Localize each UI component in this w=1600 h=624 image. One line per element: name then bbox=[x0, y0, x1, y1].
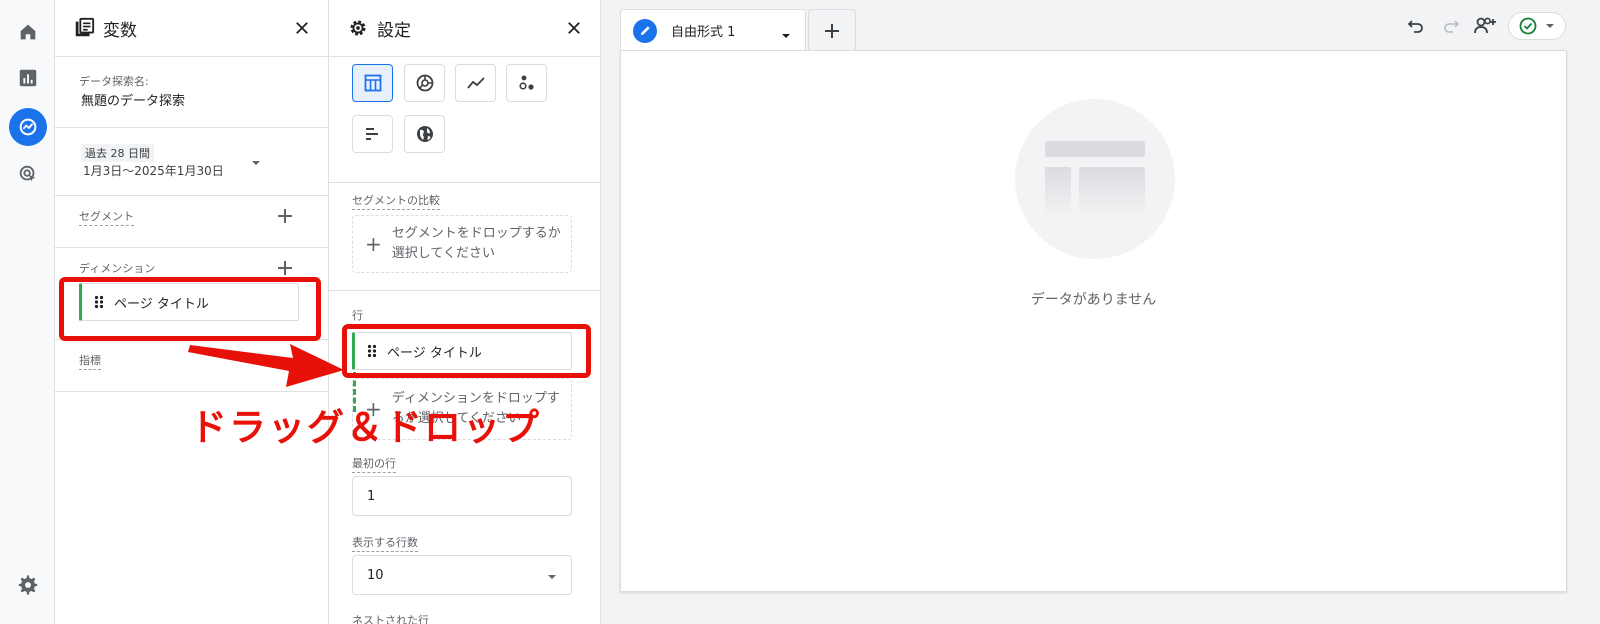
exploration-canvas: データがありません bbox=[620, 50, 1567, 592]
line-chart-icon bbox=[466, 73, 486, 93]
variables-icon bbox=[73, 17, 95, 39]
viz-bar-button[interactable] bbox=[352, 115, 393, 153]
dimensions-label: ディメンション bbox=[79, 260, 156, 278]
pencil-icon bbox=[633, 18, 657, 43]
first-row-label: 最初の行 bbox=[352, 455, 396, 473]
chevron-down-icon bbox=[251, 153, 261, 172]
metrics-label: 指標 bbox=[79, 352, 101, 370]
left-nav-rail bbox=[0, 0, 55, 624]
advertising-icon[interactable] bbox=[9, 155, 47, 193]
tab-label: 自由形式 1 bbox=[671, 25, 736, 40]
rows-to-show-value: 10 bbox=[367, 567, 384, 583]
segment-dropzone-text: セグメントをドロップするか選択してください bbox=[391, 226, 561, 261]
chevron-down-icon[interactable] bbox=[781, 26, 791, 45]
home-icon[interactable] bbox=[9, 13, 47, 51]
viz-scatter-button[interactable] bbox=[506, 64, 547, 102]
nested-rows-label: ネストされた行 bbox=[352, 614, 429, 624]
viz-geo-button[interactable] bbox=[404, 115, 445, 153]
rows-label: 行 bbox=[352, 309, 363, 322]
variables-panel-title: 変数 bbox=[103, 20, 137, 41]
drag-arrow bbox=[188, 340, 346, 390]
chevron-down-icon bbox=[1545, 21, 1555, 31]
drag-and-drop-annotation: ドラッグ＆ドロップ bbox=[190, 406, 541, 449]
redo-icon[interactable] bbox=[1437, 12, 1465, 40]
segments-label: セグメント bbox=[79, 208, 134, 226]
tab-freeform-1[interactable]: 自由形式 1 bbox=[620, 9, 806, 51]
first-row-input[interactable]: 1 bbox=[352, 476, 572, 516]
gear-icon bbox=[347, 17, 369, 39]
rows-to-show-label: 表示する行数 bbox=[352, 534, 418, 552]
exploration-name-label: データ探索名: bbox=[79, 75, 149, 88]
settings-panel-header: 設定 bbox=[329, 0, 600, 57]
explore-icon[interactable] bbox=[9, 108, 47, 146]
settings-panel-title: 設定 bbox=[377, 20, 411, 41]
exploration-name-input[interactable]: 無題のデータ探索 bbox=[81, 90, 185, 109]
bar-chart-icon bbox=[363, 124, 383, 144]
date-range-text: 1月3日～2025年1月30日 bbox=[83, 164, 224, 178]
add-segment-plus-icon[interactable] bbox=[275, 206, 295, 226]
reports-icon[interactable] bbox=[9, 59, 47, 97]
share-icon[interactable] bbox=[1471, 12, 1499, 40]
plus-icon bbox=[823, 22, 841, 40]
donut-chart-icon bbox=[415, 73, 435, 93]
date-range-badge: 過去 28 日間 bbox=[81, 144, 154, 162]
rows-to-show-select[interactable]: 10 bbox=[352, 555, 572, 595]
visualization-section bbox=[329, 57, 600, 183]
settings-panel: 設定 セグメントの比較 + セグメントをドロップするか選択してください 行 ペー… bbox=[329, 0, 601, 624]
add-dimension-plus-icon[interactable] bbox=[275, 258, 295, 278]
viz-line-button[interactable] bbox=[455, 64, 496, 102]
date-range-section: 過去 28 日間 1月3日～2025年1月30日 bbox=[55, 128, 328, 196]
status-menu[interactable] bbox=[1508, 12, 1566, 40]
plus-icon: + bbox=[365, 232, 382, 256]
undo-icon[interactable] bbox=[1402, 12, 1430, 40]
close-icon[interactable] bbox=[562, 16, 586, 40]
highlight-target-box bbox=[342, 324, 591, 378]
empty-state-text: データがありません bbox=[1030, 292, 1157, 308]
viz-donut-button[interactable] bbox=[404, 64, 445, 102]
table-icon bbox=[363, 73, 383, 93]
globe-icon bbox=[415, 124, 435, 144]
check-circle-icon bbox=[1519, 17, 1537, 35]
segments-section: セグメント bbox=[55, 196, 328, 248]
viz-table-button[interactable] bbox=[352, 64, 393, 102]
empty-state-illustration bbox=[1015, 99, 1175, 259]
segment-comparison-section: セグメントの比較 + セグメントをドロップするか選択してください bbox=[329, 183, 600, 291]
exploration-name-section: データ探索名: 無題のデータ探索 bbox=[55, 57, 328, 128]
add-tab-button[interactable] bbox=[808, 9, 856, 51]
chevron-down-icon bbox=[547, 571, 557, 586]
settings-gear-icon[interactable] bbox=[9, 566, 47, 604]
segment-compare-label: セグメントの比較 bbox=[352, 192, 440, 210]
date-range-picker[interactable]: 過去 28 日間 1月3日～2025年1月30日 bbox=[79, 144, 299, 184]
close-icon[interactable] bbox=[290, 16, 314, 40]
variables-panel-header: 変数 bbox=[55, 0, 328, 57]
highlight-source-box bbox=[59, 277, 321, 341]
segment-dropzone[interactable]: + セグメントをドロップするか選択してください bbox=[352, 215, 572, 273]
scatter-icon bbox=[517, 73, 537, 93]
